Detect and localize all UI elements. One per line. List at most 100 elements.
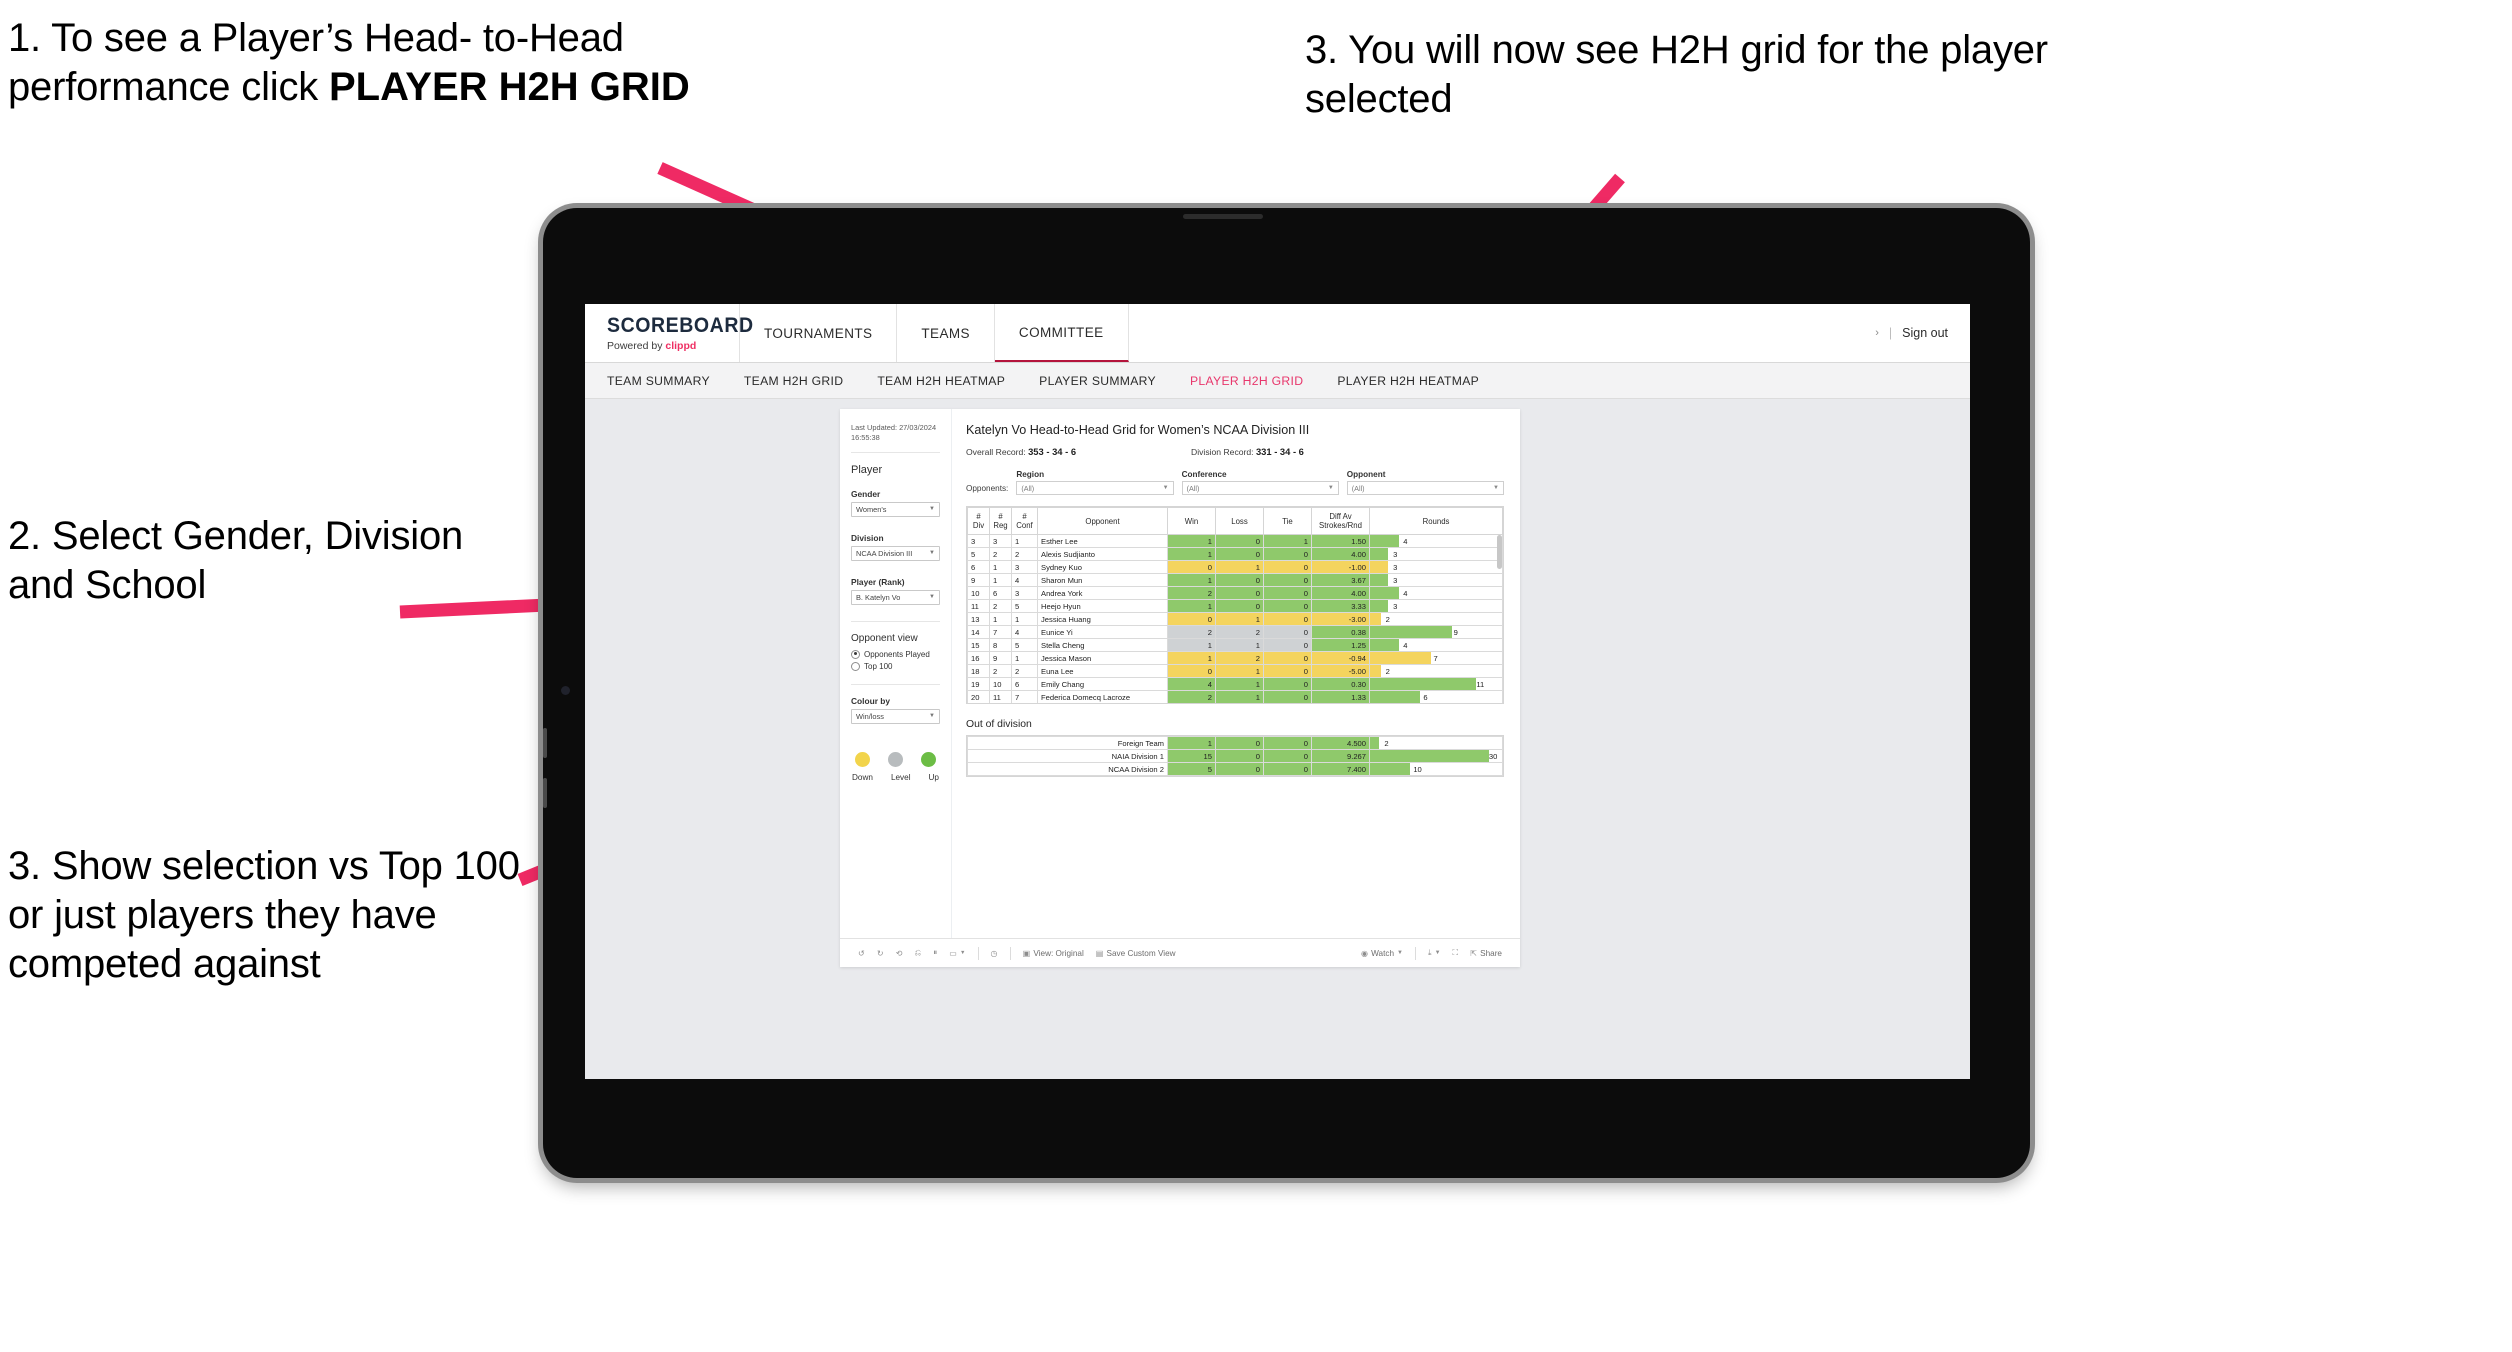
cell-diff: -1.00 <box>1311 560 1370 575</box>
redo-button[interactable]: ↻ <box>871 948 890 958</box>
col-header-div[interactable]: # Div <box>967 507 990 536</box>
reset-button[interactable]: ◷ <box>985 948 1004 958</box>
col-header-rounds[interactable]: Rounds <box>1369 507 1503 536</box>
revert-button[interactable]: ⟲ <box>890 948 909 958</box>
region-filter-select[interactable]: (All) ▼ <box>1016 481 1174 495</box>
cell-win: 0 <box>1167 560 1216 575</box>
table-row[interactable]: 16 9 1 Jessica Mason 1 2 0 -0.94 7 <box>967 651 1503 666</box>
share-button[interactable]: ⇱ Share <box>1464 948 1508 959</box>
legend-label-level: Level <box>890 772 911 782</box>
table-row[interactable]: Foreign Team 1 0 0 4.500 2 <box>967 736 1503 750</box>
tablet-power-button[interactable] <box>543 778 547 808</box>
brand-subtitle: Powered by clippd <box>607 340 739 352</box>
cell-div: 13 <box>967 612 990 627</box>
watch-button[interactable]: ◉ Watch ▼ <box>1355 948 1409 959</box>
cell-conf: 4 <box>1011 625 1038 640</box>
callout-1-bold: PLAYER H2H GRID <box>328 64 690 109</box>
conference-filter-select[interactable]: (All) ▼ <box>1181 481 1339 495</box>
radio-opponents-played[interactable]: Opponents Played <box>851 649 940 659</box>
fullscreen-button[interactable]: ⛶ <box>1447 948 1465 958</box>
colour-by-select[interactable]: Win/loss ▼ <box>851 708 940 724</box>
col-header-win[interactable]: Win <box>1167 507 1216 536</box>
radio-top-100[interactable]: Top 100 <box>851 661 940 671</box>
brand-logo[interactable]: SCOREBOARD Powered by clippd <box>585 304 753 362</box>
table-row[interactable]: 6 1 3 Sydney Kuo 0 1 0 -1.00 3 <box>967 560 1503 575</box>
table-row[interactable]: 19 10 6 Emily Chang 4 1 0 0.30 11 <box>967 677 1503 692</box>
zoom-button[interactable]: ▭ ▼ <box>943 948 971 958</box>
player-rank-filter-select[interactable]: B. Katelyn Vo ▼ <box>851 589 940 605</box>
table-row[interactable]: 5 2 2 Alexis Sudjianto 1 0 0 4.00 3 <box>967 547 1503 562</box>
cell-reg: 1 <box>989 560 1012 575</box>
col-header-diff-av-strokes-rnd[interactable]: Diff Av Strokes/Rnd <box>1311 507 1370 536</box>
save-custom-view-button[interactable]: ▤ Save Custom View <box>1090 948 1182 959</box>
subnav-team-h2h-heatmap[interactable]: TEAM H2H HEATMAP <box>860 374 1022 388</box>
tablet-volume-button[interactable] <box>543 728 547 758</box>
refresh-button[interactable]: ⎌ <box>909 948 928 958</box>
cell-tie: 0 <box>1263 586 1312 601</box>
subnav-player-h2h-grid[interactable]: PLAYER H2H GRID <box>1173 374 1320 388</box>
subnav-team-h2h-grid[interactable]: TEAM H2H GRID <box>727 374 860 388</box>
col-header-opponent[interactable]: Opponent <box>1037 507 1168 536</box>
cell-opponent: Euna Lee <box>1037 664 1168 679</box>
col-header-reg[interactable]: # Reg <box>989 507 1012 536</box>
record-summary: Overall Record: 353 - 34 - 6 Division Re… <box>966 446 1504 457</box>
undo-button[interactable]: ↺ <box>852 948 871 958</box>
callout-step-4: 3. You will now see H2H grid for the pla… <box>1305 28 2048 121</box>
cell-tie: 0 <box>1263 749 1312 763</box>
nav-teams[interactable]: TEAMS <box>897 304 995 362</box>
opponent-filter-value: (All) <box>1351 483 1365 493</box>
cell-reg: 8 <box>989 638 1012 653</box>
nav-committee[interactable]: COMMITTEE <box>994 304 1129 362</box>
chevron-right-icon[interactable]: › <box>1875 327 1879 339</box>
division-filter-select[interactable]: NCAA Division III ▼ <box>851 545 940 561</box>
cell-conf: 1 <box>1011 534 1038 549</box>
cell-rounds: 10 <box>1369 762 1503 776</box>
tablet-device-frame: SCOREBOARD Powered by clippd TOURNAMENTS… <box>543 208 2030 1178</box>
opponent-view-heading: Opponent view <box>851 632 918 644</box>
col-header-tie[interactable]: Tie <box>1263 507 1312 536</box>
cell-tie: 0 <box>1263 762 1312 776</box>
refresh-icon: ⎌ <box>914 948 922 957</box>
cell-diff: 7.400 <box>1311 762 1370 776</box>
gender-filter-select[interactable]: Women's ▼ <box>851 501 940 517</box>
table-row[interactable]: 11 2 5 Heejo Hyun 1 0 0 3.33 3 <box>967 599 1503 614</box>
colour-legend-labels: Down Level Up <box>851 773 940 782</box>
app-top-bar: SCOREBOARD Powered by clippd TOURNAMENTS… <box>585 304 1970 363</box>
cell-tie: 0 <box>1263 677 1312 692</box>
cell-loss: 1 <box>1215 664 1264 679</box>
cell-loss: 0 <box>1215 573 1264 588</box>
subnav-player-h2h-heatmap[interactable]: PLAYER H2H HEATMAP <box>1320 374 1496 388</box>
opponent-filter-select[interactable]: (All) ▼ <box>1346 481 1504 495</box>
cell-group-name: Foreign Team <box>967 736 1168 750</box>
subnav-player-summary[interactable]: PLAYER SUMMARY <box>1022 374 1173 388</box>
pause-updates-button[interactable]: ⏸ <box>927 948 943 958</box>
col-header-loss[interactable]: Loss <box>1215 507 1264 536</box>
chevron-down-icon: ▼ <box>929 550 935 557</box>
download-button[interactable]: ⤓ ▼ <box>1422 948 1447 958</box>
colour-by-label: Colour by <box>851 695 891 706</box>
table-row[interactable]: 20 11 7 Federica Domecq Lacroze 2 1 0 1.33 6 <box>967 690 1503 703</box>
division-filter-value: NCAA Division III <box>856 548 913 558</box>
revert-icon: ⟲ <box>895 949 903 958</box>
subnav-team-summary[interactable]: TEAM SUMMARY <box>607 374 727 388</box>
toolbar-divider-1 <box>977 946 979 960</box>
view-original-button[interactable]: ▣ View: Original <box>1017 948 1090 959</box>
table-row[interactable]: 9 1 4 Sharon Mun 1 0 0 3.67 3 <box>967 573 1503 588</box>
table-row[interactable]: 10 6 3 Andrea York 2 0 0 4.00 4 <box>967 586 1503 601</box>
nav-tournaments[interactable]: TOURNAMENTS <box>740 304 898 362</box>
table-row[interactable]: NCAA Division 2 5 0 0 7.400 10 <box>967 762 1503 776</box>
tablet-screen: SCOREBOARD Powered by clippd TOURNAMENTS… <box>585 304 1970 1079</box>
h2h-grid-container[interactable]: # Div # Reg # Conf Opponent Win Loss Tie Diff Av St… <box>966 506 1504 704</box>
table-row[interactable]: 15 8 5 Stella Cheng 1 1 0 1.25 4 <box>967 638 1503 653</box>
table-row[interactable]: 18 2 2 Euna Lee 0 1 0 -5.00 2 <box>967 664 1503 679</box>
table-row[interactable]: 13 1 1 Jessica Huang 0 1 0 -3.00 2 <box>967 612 1503 627</box>
cell-opponent: Sydney Kuo <box>1037 560 1168 575</box>
table-row[interactable]: NAIA Division 1 15 0 0 9.267 30 <box>967 749 1503 763</box>
sign-out-link[interactable]: Sign out <box>1902 326 1948 340</box>
col-header-conf[interactable]: # Conf <box>1011 507 1038 536</box>
cell-diff: 1.33 <box>1311 690 1370 703</box>
cell-opponent: Alexis Sudjianto <box>1037 547 1168 562</box>
cell-loss: 1 <box>1215 560 1264 575</box>
table-row[interactable]: 14 7 4 Eunice Yi 2 2 0 0.38 9 <box>967 625 1503 640</box>
table-row[interactable]: 3 3 1 Esther Lee 1 0 1 1.50 4 <box>967 534 1503 549</box>
